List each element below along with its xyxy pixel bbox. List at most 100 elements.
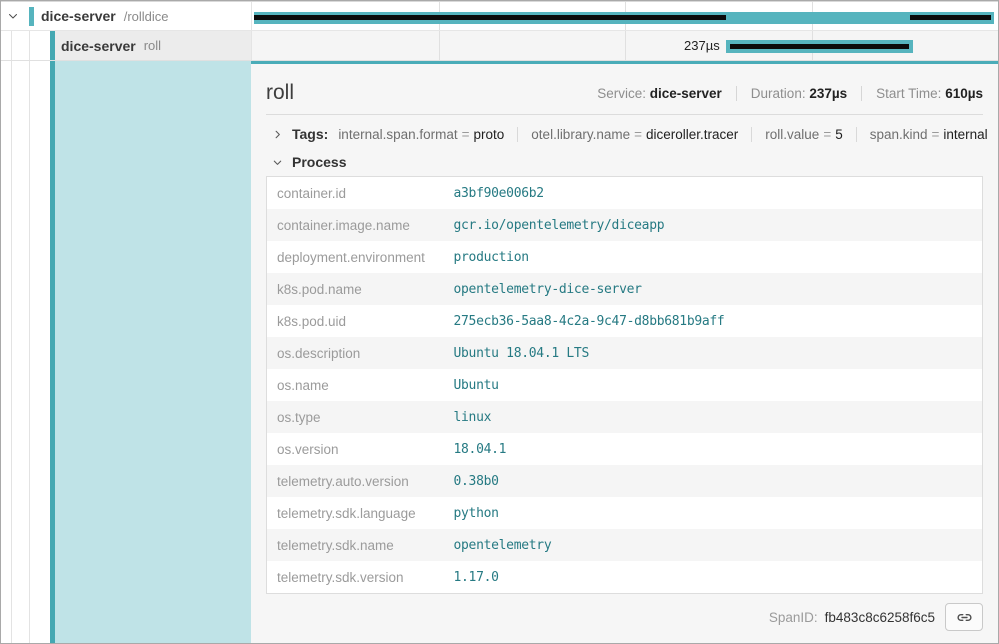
process-label: Process	[292, 154, 346, 170]
chevron-down-icon[interactable]	[7, 10, 19, 22]
span-service-name: dice-server	[61, 38, 136, 54]
process-value: 0.38b0	[444, 465, 983, 497]
span-operation-name: roll	[144, 38, 161, 53]
span-row-roll-selected[interactable]: dice-server roll 237µs	[1, 31, 998, 61]
selected-span-fill	[55, 61, 251, 643]
span-bar-overlay-segment	[730, 44, 909, 49]
process-table-row: telemetry.auto.version0.38b0	[267, 465, 983, 497]
tag-value: diceroller.tracer	[646, 127, 738, 142]
process-value: 275ecb36-5aa8-4c2a-9c47-d8bb681b9aff	[444, 305, 983, 337]
tag-item: otel.library.name = diceroller.tracer	[517, 127, 738, 142]
stat-value: dice-server	[650, 86, 722, 101]
tag-item: internal.span.format = proto	[338, 127, 504, 142]
spanid-label: SpanID:	[769, 610, 818, 625]
copy-link-button[interactable]	[945, 603, 983, 631]
span-operation-name: /rolldice	[124, 9, 169, 24]
process-table-row: telemetry.sdk.languagepython	[267, 497, 983, 529]
span-detail-header: roll Service: dice-server Duration: 237µ…	[266, 81, 983, 105]
process-key: os.version	[267, 433, 444, 465]
process-key: os.type	[267, 401, 444, 433]
span-row-rolldice[interactable]: dice-server /rolldice	[1, 2, 998, 31]
span-bar-roll[interactable]	[726, 40, 913, 53]
process-value: Ubuntu 18.04.1 LTS	[444, 337, 983, 369]
span-detail-footer: SpanID: fb483c8c6258f6c5	[266, 594, 983, 640]
span-bar-overlay-segment	[254, 15, 726, 20]
process-table-row: os.nameUbuntu	[267, 369, 983, 401]
process-value: 18.04.1	[444, 433, 983, 465]
process-table-row: container.image.namegcr.io/opentelemetry…	[267, 209, 983, 241]
span-title: roll	[266, 81, 294, 105]
process-value: Ubuntu	[444, 369, 983, 401]
span-color-bar	[29, 7, 34, 26]
span-service-name: dice-server	[41, 8, 116, 24]
process-section-header[interactable]: Process	[266, 154, 983, 170]
process-key: container.id	[267, 177, 444, 210]
tag-key: roll.value	[765, 127, 819, 142]
process-key: telemetry.auto.version	[267, 465, 444, 497]
tag-equals: =	[932, 127, 940, 142]
tag-item: span.kind =internal	[856, 127, 988, 142]
tag-value: proto	[474, 127, 505, 142]
tag-key: internal.span.format	[338, 127, 457, 142]
tag-key: otel.library.name	[531, 127, 630, 142]
tag-key: span.kind	[870, 127, 928, 142]
tags-section-header[interactable]: Tags: internal.span.format = proto otel.li…	[266, 115, 983, 143]
process-value: 1.17.0	[444, 561, 983, 594]
span-bar-rolldice[interactable]	[254, 12, 994, 24]
span-name-cell-rolldice[interactable]: dice-server /rolldice	[1, 2, 251, 30]
span-bar-overlay-segment	[910, 15, 991, 20]
process-table-row: telemetry.sdk.version1.17.0	[267, 561, 983, 594]
process-table-row: telemetry.sdk.nameopentelemetry	[267, 529, 983, 561]
stat-value: 237µs	[809, 86, 847, 101]
timeline-cell-roll[interactable]: 237µs	[251, 31, 998, 60]
process-table-row: k8s.pod.nameopentelemetry-dice-server	[267, 273, 983, 305]
stat-label: Duration:	[751, 86, 806, 101]
span-name-cell-roll[interactable]: dice-server roll	[1, 31, 251, 60]
link-icon	[956, 609, 973, 626]
process-value: opentelemetry	[444, 529, 983, 561]
jaeger-trace-window: dice-server /rolldice dice-server	[0, 0, 999, 644]
process-key: container.image.name	[267, 209, 444, 241]
process-key: os.description	[267, 337, 444, 369]
tag-equals: =	[462, 127, 470, 142]
process-value: linux	[444, 401, 983, 433]
process-table-row: deployment.environmentproduction	[267, 241, 983, 273]
process-table-row: os.typelinux	[267, 401, 983, 433]
timeline-cell-rolldice[interactable]	[251, 2, 998, 30]
process-table-row: os.version18.04.1	[267, 433, 983, 465]
tree-indent-guide	[11, 31, 12, 60]
spanid-value: fb483c8c6258f6c5	[825, 610, 935, 625]
tree-indent-guide	[29, 31, 30, 60]
process-table-row: k8s.pod.uid275ecb36-5aa8-4c2a-9c47-d8bb6…	[267, 305, 983, 337]
process-key: k8s.pod.uid	[267, 305, 444, 337]
process-table-row: container.ida3bf90e006b2	[267, 177, 983, 210]
process-key: telemetry.sdk.version	[267, 561, 444, 594]
stat-service: Service: dice-server	[597, 86, 722, 101]
tag-item: roll.value = 5	[751, 127, 842, 142]
tag-value: 5	[835, 127, 843, 142]
process-key: telemetry.sdk.language	[267, 497, 444, 529]
process-table-row: os.descriptionUbuntu 18.04.1 LTS	[267, 337, 983, 369]
tree-indent-guide	[11, 61, 12, 643]
process-key: k8s.pod.name	[267, 273, 444, 305]
span-stats: Service: dice-server Duration: 237µs Sta…	[597, 86, 983, 101]
tag-equals: =	[823, 127, 831, 142]
stat-label: Start Time:	[876, 86, 941, 101]
span-color-bar	[50, 31, 55, 60]
process-value: production	[444, 241, 983, 273]
stat-value: 610µs	[945, 86, 983, 101]
tags-label: Tags:	[292, 126, 328, 142]
tag-equals: =	[634, 127, 642, 142]
span-rows: dice-server /rolldice dice-server	[1, 1, 998, 61]
process-value: gcr.io/opentelemetry/diceapp	[444, 209, 983, 241]
process-table: container.ida3bf90e006b2 container.image…	[266, 176, 983, 594]
tag-value: internal	[943, 127, 987, 142]
chevron-right-icon	[272, 129, 283, 140]
process-value: a3bf90e006b2	[444, 177, 983, 210]
stat-start-time: Start Time: 610µs	[861, 86, 983, 101]
process-value: opentelemetry-dice-server	[444, 273, 983, 305]
process-key: deployment.environment	[267, 241, 444, 273]
tree-indent-guide	[29, 61, 30, 643]
left-tree-column	[1, 61, 251, 643]
stat-label: Service:	[597, 86, 646, 101]
